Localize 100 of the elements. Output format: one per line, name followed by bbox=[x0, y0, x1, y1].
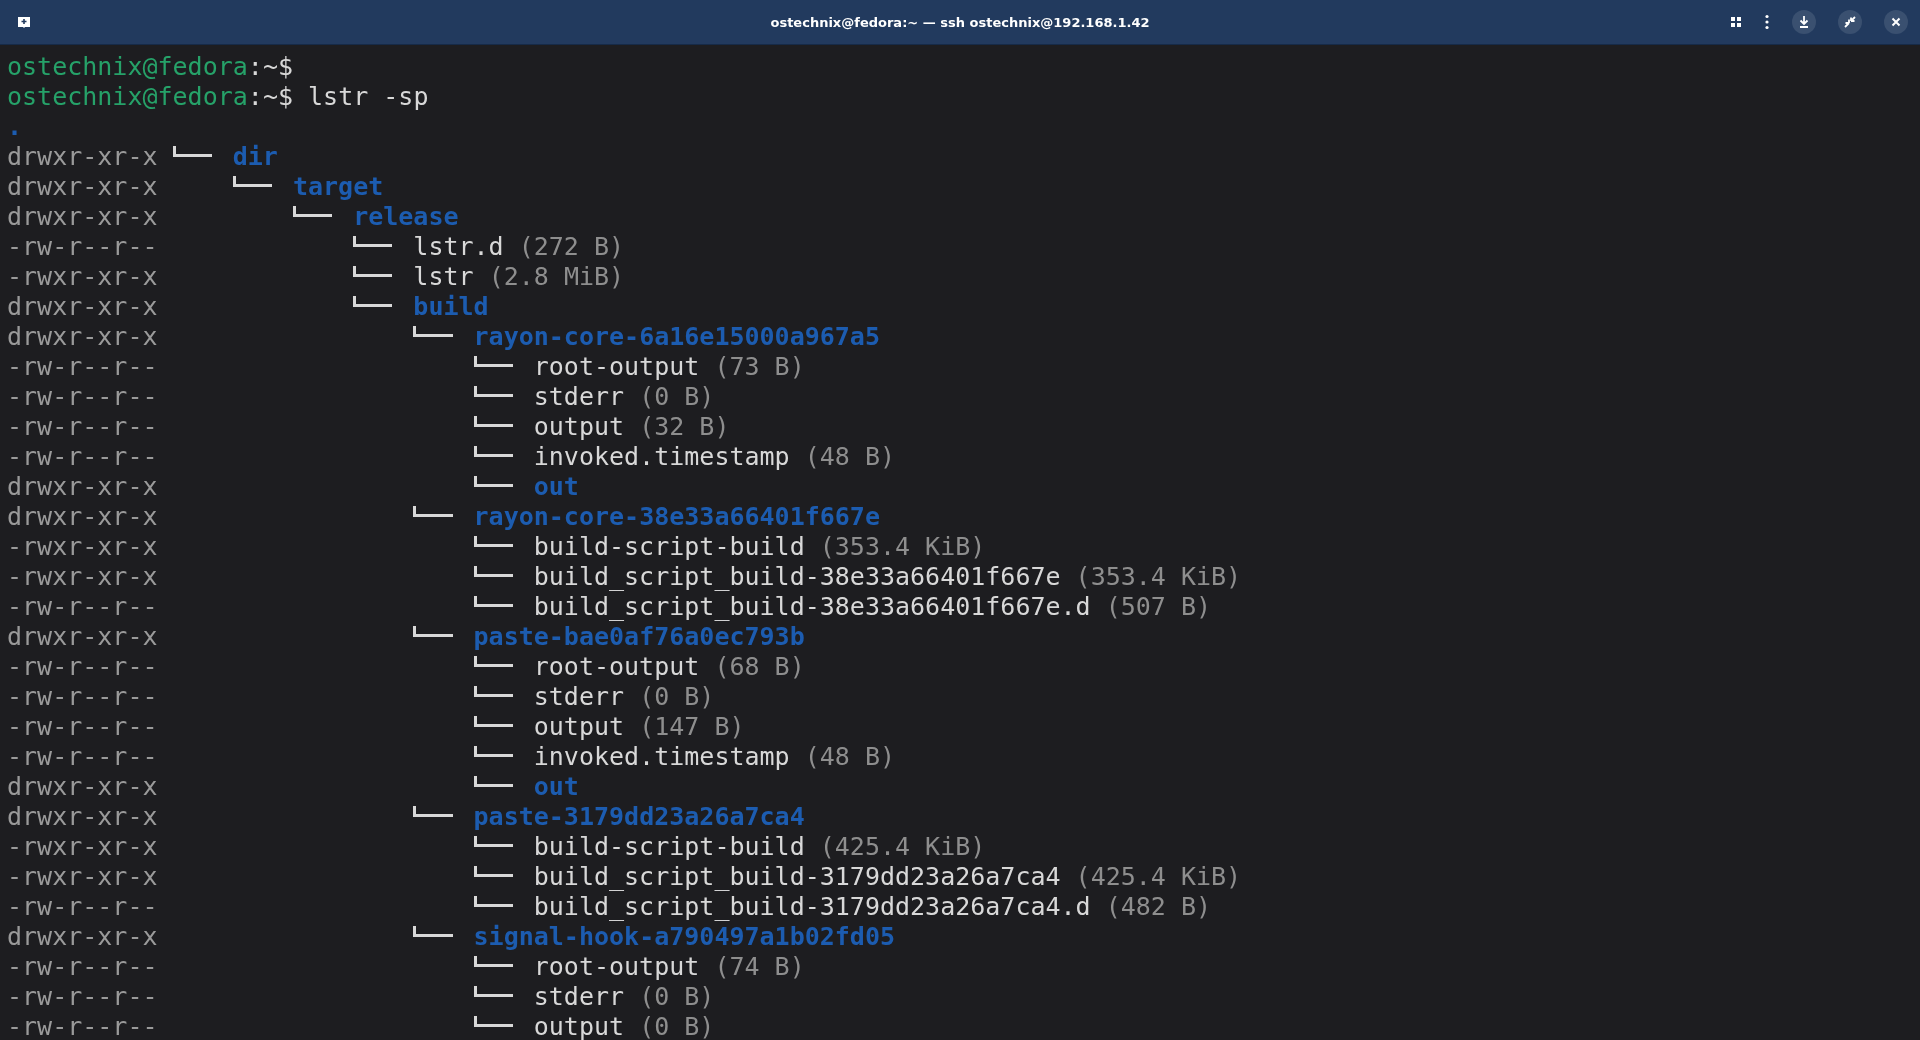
file-name: stderr bbox=[533, 682, 625, 712]
new-tab-icon[interactable] bbox=[16, 14, 32, 30]
permissions-text: drwxr-xr-x bbox=[7, 202, 158, 232]
file-size: (73 B) bbox=[714, 352, 805, 382]
permissions-text: -rw-r--r-- bbox=[7, 652, 158, 682]
file-size: (2.8 MiB) bbox=[488, 262, 625, 292]
prompt-user-host: ostechnix@fedora bbox=[7, 82, 248, 112]
command-text: lstr -sp bbox=[308, 82, 429, 112]
tree-connector bbox=[473, 835, 513, 847]
tree-connector bbox=[473, 475, 513, 487]
permissions-text: -rw-r--r-- bbox=[7, 742, 158, 772]
permissions-text: -rw-r--r-- bbox=[7, 1012, 158, 1040]
file-name: build_script_build-38e33a66401f667e.d bbox=[533, 592, 1091, 622]
permissions-text: -rwxr-xr-x bbox=[7, 862, 158, 892]
directory-name: out bbox=[533, 472, 579, 502]
permissions-text: drwxr-xr-x bbox=[7, 772, 158, 802]
directory-name: paste-bae0af76a0ec793b bbox=[473, 622, 805, 652]
tree-connector bbox=[413, 925, 453, 937]
permissions-text: -rw-r--r-- bbox=[7, 412, 158, 442]
restore-icon[interactable] bbox=[1838, 10, 1862, 34]
tree-connector bbox=[473, 955, 513, 967]
permissions-text: -rwxr-xr-x bbox=[7, 832, 158, 862]
tree-connector bbox=[473, 565, 513, 577]
tree-connector bbox=[473, 715, 513, 727]
file-name: root-output bbox=[533, 352, 700, 382]
permissions-text: -rwxr-xr-x bbox=[7, 562, 158, 592]
file-size: (0 B) bbox=[639, 1012, 715, 1040]
close-icon[interactable] bbox=[1884, 10, 1908, 34]
tree-connector bbox=[473, 385, 513, 397]
window-title: ostechnix@fedora:~ — ssh ostechnix@192.168.1.42 bbox=[770, 14, 1150, 30]
menu-icon[interactable] bbox=[1764, 14, 1770, 30]
file-name: invoked.timestamp bbox=[533, 442, 790, 472]
directory-name: rayon-core-38e33a66401f667e bbox=[473, 502, 880, 532]
directory-name: signal-hook-a790497a1b02fd05 bbox=[473, 922, 895, 952]
file-size: (353.4 KiB) bbox=[1075, 562, 1242, 592]
prompt-user-host: ostechnix@fedora bbox=[7, 52, 248, 82]
file-name: stderr bbox=[533, 982, 625, 1012]
permissions-text: drwxr-xr-x bbox=[7, 922, 158, 952]
tree-connector bbox=[473, 745, 513, 757]
file-name: invoked.timestamp bbox=[533, 742, 790, 772]
file-name: output bbox=[533, 1012, 625, 1040]
tree-connector bbox=[353, 265, 393, 277]
directory-name: release bbox=[353, 202, 459, 232]
permissions-text: -rw-r--r-- bbox=[7, 982, 158, 1012]
prompt-path: :~$ bbox=[247, 52, 293, 82]
permissions-text: -rwxr-xr-x bbox=[7, 532, 158, 562]
grid-icon[interactable] bbox=[1730, 16, 1742, 28]
file-name: build_script_build-38e33a66401f667e bbox=[533, 562, 1061, 592]
file-name: build-script-build bbox=[533, 832, 805, 862]
tree-connector bbox=[473, 985, 513, 997]
file-name: root-output bbox=[533, 652, 700, 682]
tree-connector bbox=[473, 685, 513, 697]
tree-connector bbox=[473, 775, 513, 787]
directory-name: paste-3179dd23a26a7ca4 bbox=[473, 802, 805, 832]
file-size: (507 B) bbox=[1105, 592, 1212, 622]
tree-connector bbox=[413, 625, 453, 637]
file-size: (74 B) bbox=[714, 952, 805, 982]
file-size: (32 B) bbox=[639, 412, 730, 442]
file-size: (482 B) bbox=[1105, 892, 1212, 922]
permissions-text: drwxr-xr-x bbox=[7, 292, 158, 322]
root-directory-name: . bbox=[7, 112, 23, 142]
permissions-text: drwxr-xr-x bbox=[7, 502, 158, 532]
tree-connector bbox=[473, 895, 513, 907]
file-size: (425.4 KiB) bbox=[1075, 862, 1242, 892]
tree-connector bbox=[413, 805, 453, 817]
tree-connector bbox=[232, 175, 272, 187]
file-size: (68 B) bbox=[714, 652, 805, 682]
download-icon[interactable] bbox=[1792, 10, 1816, 34]
file-size: (353.4 KiB) bbox=[819, 532, 986, 562]
file-name: build_script_build-3179dd23a26a7ca4.d bbox=[533, 892, 1091, 922]
file-name: build-script-build bbox=[533, 532, 805, 562]
file-name: stderr bbox=[533, 382, 625, 412]
file-size: (425.4 KiB) bbox=[819, 832, 986, 862]
tree-connector bbox=[473, 655, 513, 667]
permissions-text: drwxr-xr-x bbox=[7, 472, 158, 502]
file-name: lstr bbox=[413, 262, 474, 292]
permissions-text: drwxr-xr-x bbox=[7, 142, 158, 172]
tree-connector bbox=[292, 205, 333, 217]
directory-name: out bbox=[533, 772, 579, 802]
permissions-text: -rw-r--r-- bbox=[7, 232, 158, 262]
directory-name: build bbox=[413, 292, 489, 322]
tree-connector bbox=[473, 595, 513, 607]
file-size: (48 B) bbox=[804, 442, 895, 472]
permissions-text: drwxr-xr-x bbox=[7, 322, 158, 352]
tree-connector bbox=[473, 535, 513, 547]
permissions-text: -rwxr-xr-x bbox=[7, 262, 158, 292]
tree-connector bbox=[473, 445, 513, 457]
permissions-text: -rw-r--r-- bbox=[7, 712, 158, 742]
permissions-text: drwxr-xr-x bbox=[7, 172, 158, 202]
permissions-text: -rw-r--r-- bbox=[7, 892, 158, 922]
permissions-text: -rw-r--r-- bbox=[7, 382, 158, 412]
file-name: output bbox=[533, 712, 625, 742]
file-name: lstr.d bbox=[413, 232, 504, 262]
tree-connector bbox=[353, 295, 393, 307]
permissions-text: -rw-r--r-- bbox=[7, 682, 158, 712]
file-size: (272 B) bbox=[518, 232, 625, 262]
directory-name: dir bbox=[232, 142, 278, 172]
tree-connector bbox=[473, 865, 513, 877]
file-name: build_script_build-3179dd23a26a7ca4 bbox=[533, 862, 1061, 892]
file-name: output bbox=[533, 412, 625, 442]
